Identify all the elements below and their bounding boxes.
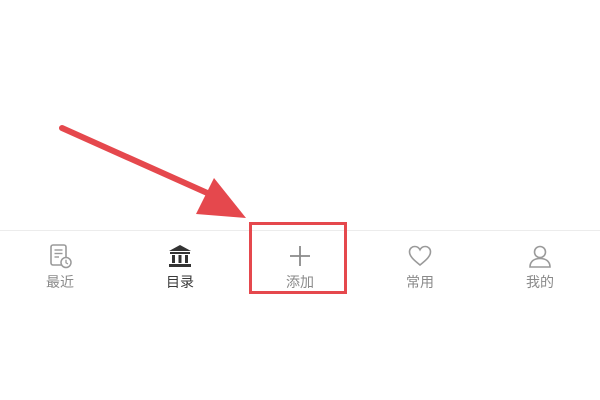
tab-mine[interactable]: 我的 — [480, 231, 600, 301]
user-icon — [527, 243, 553, 269]
tab-catalog[interactable]: 目录 — [120, 231, 240, 301]
recent-document-icon — [47, 243, 73, 269]
tab-favorites[interactable]: 常用 — [360, 231, 480, 301]
annotation-arrow — [59, 125, 246, 218]
tab-recent[interactable]: 最近 — [0, 231, 120, 301]
tab-recent-label: 最近 — [46, 275, 74, 291]
heart-icon — [407, 243, 433, 269]
plus-icon — [287, 243, 313, 269]
tab-add[interactable]: 添加 — [240, 231, 360, 301]
bottom-tab-bar: 最近 目录 添加 常用 我的 — [0, 231, 600, 301]
tab-mine-label: 我的 — [526, 275, 554, 291]
library-icon — [167, 243, 193, 269]
tab-favorites-label: 常用 — [406, 275, 434, 291]
tab-catalog-label: 目录 — [166, 275, 194, 291]
tab-add-label: 添加 — [286, 275, 314, 291]
